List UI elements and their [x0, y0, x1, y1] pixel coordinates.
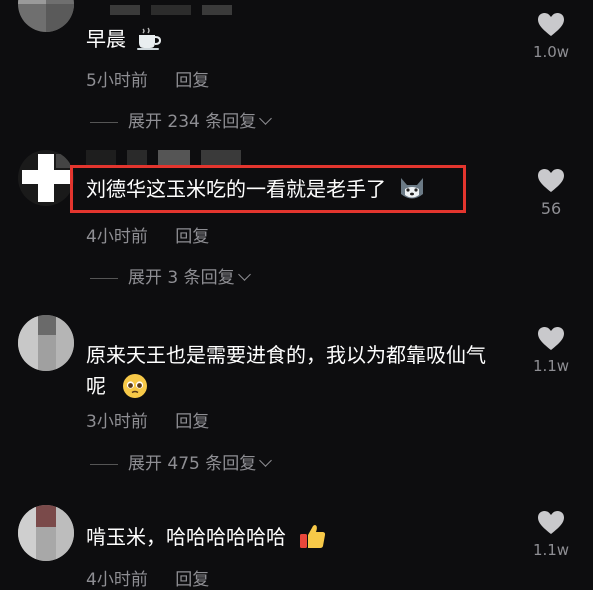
divider: [90, 277, 118, 279]
thumbs-up-icon: [298, 522, 326, 550]
expand-replies-label: 展开 475 条回复: [128, 454, 257, 474]
timestamp: 4小时前: [86, 227, 148, 247]
heart-icon: [538, 13, 564, 36]
like-button[interactable]: 1.0w: [521, 12, 581, 61]
comment-meta: 4小时前 回复: [86, 222, 209, 247]
expand-replies-label: 展开 3 条回复: [128, 268, 235, 288]
expand-replies-button[interactable]: 展开 475 条回复: [90, 449, 273, 474]
timestamp: 3小时前: [86, 412, 148, 432]
chevron-down-icon: [259, 112, 273, 125]
coffee-cup-icon: [136, 27, 162, 51]
expand-replies-label: 展开 234 条回复: [128, 112, 257, 132]
pleading-face-icon: [122, 373, 148, 399]
divider: [90, 121, 118, 123]
comment-body-line2: 呢: [86, 374, 106, 398]
heart-icon: [538, 327, 564, 350]
like-count: 1.1w: [532, 541, 570, 559]
expand-replies-button[interactable]: 展开 234 条回复: [90, 107, 273, 132]
comment-text: 刘德华这玉米吃的一看就是老手了: [86, 174, 426, 205]
heart-icon: [538, 511, 564, 534]
like-button[interactable]: 1.1w: [521, 326, 581, 375]
like-button[interactable]: 1.1w: [521, 510, 581, 559]
avatar[interactable]: [18, 150, 74, 206]
comment-body: 刘德华这玉米吃的一看就是老手了: [86, 177, 386, 201]
avatar[interactable]: [18, 315, 74, 371]
reply-button[interactable]: 回复: [175, 227, 209, 247]
avatar[interactable]: [18, 0, 74, 32]
comment-text: 早晨: [86, 24, 162, 55]
chevron-down-icon: [237, 268, 251, 281]
heart-icon: [538, 169, 564, 192]
reply-button[interactable]: 回复: [175, 570, 209, 590]
avatar[interactable]: [18, 505, 74, 561]
divider: [90, 463, 118, 465]
comment-body: 早晨: [86, 27, 126, 51]
expand-replies-button[interactable]: 展开 3 条回复: [90, 263, 251, 288]
comment-meta: 3小时前 回复: [86, 407, 209, 432]
reply-button[interactable]: 回复: [175, 71, 209, 91]
comment-meta: 5小时前 回复: [86, 66, 209, 91]
timestamp: 4小时前: [86, 570, 148, 590]
comment-body-line1: 原来天王也是需要进食的，我以为都靠吸仙气: [86, 343, 486, 367]
like-button[interactable]: 56: [521, 168, 581, 218]
comment-text: 啃玉米，哈哈哈哈哈哈: [86, 522, 326, 553]
comment-meta: 4小时前 回复: [86, 565, 209, 590]
like-count: 56: [540, 199, 562, 218]
like-count: 1.1w: [532, 357, 570, 375]
chevron-down-icon: [259, 454, 273, 467]
username-pixelated[interactable]: [110, 0, 310, 15]
comment-text: 原来天王也是需要进食的，我以为都靠吸仙气 呢: [86, 340, 486, 402]
husky-face-icon: [398, 176, 426, 202]
comment-body: 啃玉米，哈哈哈哈哈哈: [86, 525, 286, 549]
reply-button[interactable]: 回复: [175, 412, 209, 432]
like-count: 1.0w: [532, 43, 570, 61]
timestamp: 5小时前: [86, 71, 148, 91]
